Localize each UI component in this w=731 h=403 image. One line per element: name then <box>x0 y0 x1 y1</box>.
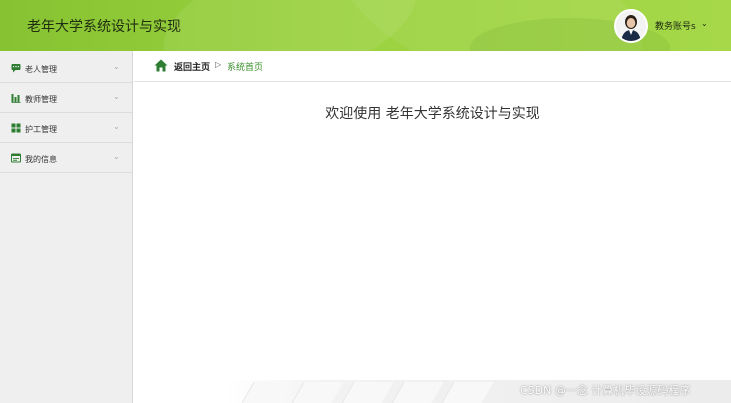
avatar[interactable] <box>614 9 648 43</box>
chevron-down-icon: ⌄ <box>113 122 120 131</box>
sidebar-item-elderly[interactable]: 老人管理 ⌄ <box>0 53 132 83</box>
sidebar-item-teachers[interactable]: 教师管理 ⌄ <box>0 83 132 113</box>
sidebar-item-my-info[interactable]: 我的信息 ⌄ <box>0 143 132 173</box>
sidebar-item-label: 我的信息 <box>25 155 57 164</box>
footer-tile <box>436 382 494 403</box>
grid-icon <box>11 123 21 133</box>
home-icon[interactable] <box>154 59 168 72</box>
user-account-name[interactable]: 教务账号s <box>655 19 696 32</box>
sidebar-item-label: 教师管理 <box>25 95 57 104</box>
bar-chart-icon <box>11 94 21 103</box>
sidebar-item-label: 护工管理 <box>25 125 57 134</box>
avatar-person-icon <box>616 11 646 41</box>
breadcrumb-separator: ▷ <box>215 60 222 69</box>
welcome-message: 欢迎使用 老年大学系统设计与实现 <box>325 106 540 122</box>
sidebar: 老人管理 ⌄ 教师管理 ⌄ 护工管理 ⌄ 我的信息 ⌄ <box>0 51 133 403</box>
app-title: 老年大学系统设计与实现 <box>27 19 181 35</box>
footer-tile <box>386 382 444 403</box>
breadcrumb: 返回主页 ▷ 系统首页 <box>134 51 731 82</box>
footer-tile <box>336 382 394 403</box>
breadcrumb-current-page: 系统首页 <box>227 63 264 73</box>
chevron-down-icon: ⌄ <box>113 152 120 161</box>
watermark: CSDN @一念 计算机毕设源码程序 <box>520 384 691 397</box>
chat-icon <box>11 64 21 73</box>
sidebar-item-caregivers[interactable]: 护工管理 ⌄ <box>0 113 132 143</box>
top-header: 老年大学系统设计与实现 教务账号s ⌄ <box>0 0 731 51</box>
back-to-home-link[interactable]: 返回主页 <box>174 60 210 73</box>
chevron-down-icon: ⌄ <box>113 62 120 71</box>
footer-tile <box>236 382 294 403</box>
sidebar-item-label: 老人管理 <box>25 65 57 74</box>
chevron-down-icon: ⌄ <box>113 92 120 101</box>
footer-tile <box>286 382 344 403</box>
id-card-icon <box>11 153 21 163</box>
chevron-down-icon[interactable]: ⌄ <box>701 19 708 28</box>
